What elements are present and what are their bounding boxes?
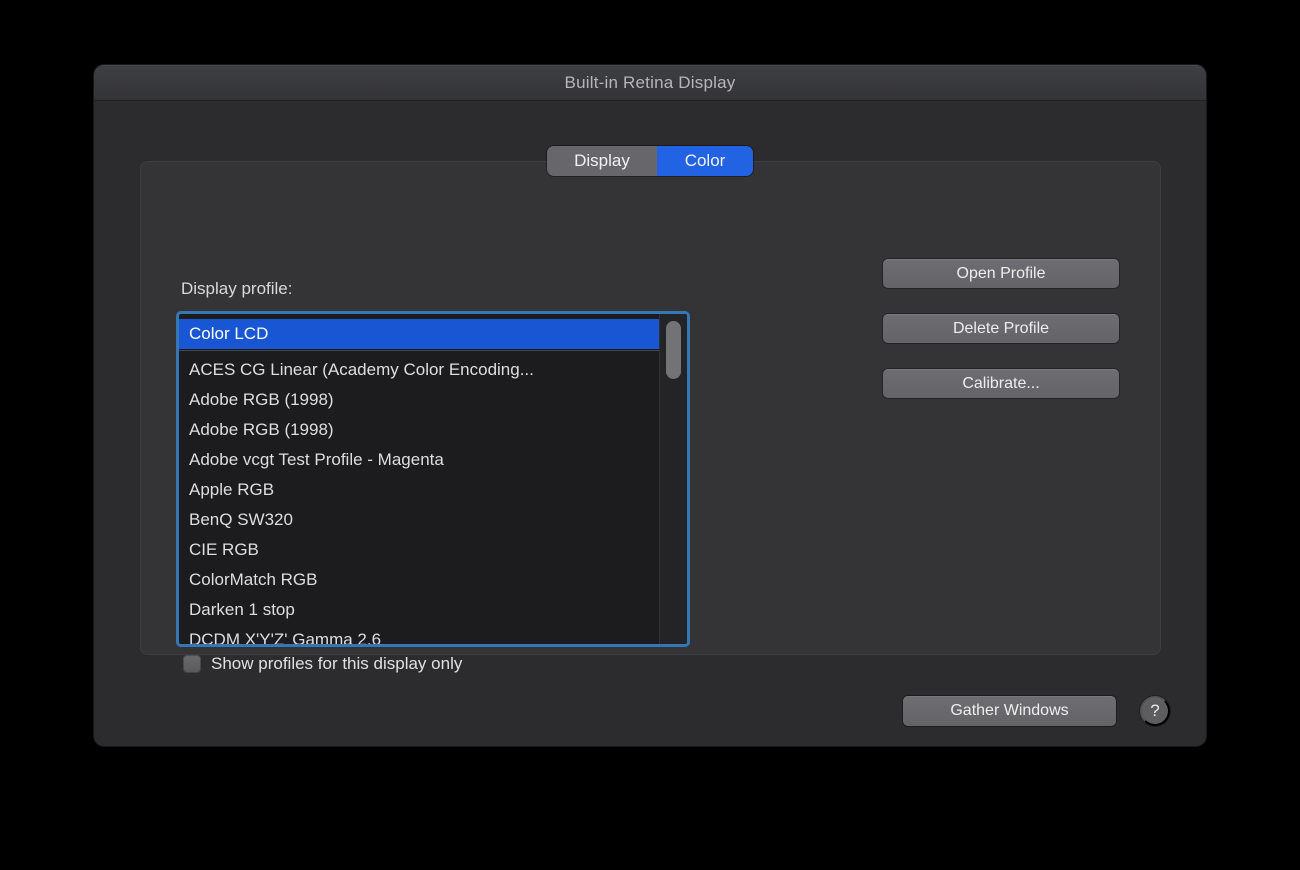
- preferences-window: Built-in Retina Display Display Color Di…: [94, 65, 1206, 746]
- open-profile-button[interactable]: Open Profile: [883, 259, 1119, 288]
- show-profiles-checkbox-label: Show profiles for this display only: [211, 654, 462, 674]
- display-profile-label: Display profile:: [181, 279, 293, 299]
- list-separator: [179, 350, 659, 351]
- calibrate-button[interactable]: Calibrate...: [883, 369, 1119, 398]
- show-profiles-checkbox[interactable]: [183, 655, 201, 673]
- profile-row[interactable]: BenQ SW320: [179, 505, 659, 535]
- title-bar[interactable]: Built-in Retina Display: [94, 65, 1206, 101]
- profile-row[interactable]: ColorMatch RGB: [179, 565, 659, 595]
- color-settings-groupbox: Display profile: Color LCD ACES CG Linea…: [140, 161, 1161, 655]
- tab-display[interactable]: Display: [547, 146, 657, 176]
- help-button[interactable]: ?: [1140, 696, 1170, 726]
- profile-row[interactable]: ACES CG Linear (Academy Color Encoding..…: [179, 355, 659, 385]
- profile-row[interactable]: Apple RGB: [179, 475, 659, 505]
- scrollbar-thumb[interactable]: [666, 321, 681, 379]
- show-profiles-checkbox-row: Show profiles for this display only: [183, 654, 462, 674]
- profile-row[interactable]: Adobe RGB (1998): [179, 415, 659, 445]
- tab-color[interactable]: Color: [657, 146, 753, 176]
- profile-row[interactable]: Adobe RGB (1998): [179, 385, 659, 415]
- delete-profile-button[interactable]: Delete Profile: [883, 314, 1119, 343]
- display-color-segmented-control: Display Color: [547, 146, 753, 176]
- gather-windows-button[interactable]: Gather Windows: [903, 696, 1116, 726]
- window-title: Built-in Retina Display: [565, 73, 736, 93]
- profile-row[interactable]: Adobe vcgt Test Profile - Magenta: [179, 445, 659, 475]
- profile-row[interactable]: Darken 1 stop: [179, 595, 659, 625]
- profile-row[interactable]: CIE RGB: [179, 535, 659, 565]
- profile-row-clipped[interactable]: DCDM X'Y'Z' Gamma 2.6: [179, 625, 659, 647]
- display-profile-list[interactable]: Color LCD ACES CG Linear (Academy Color …: [176, 311, 690, 647]
- scrollbar-track[interactable]: [659, 314, 687, 644]
- profile-row-selected[interactable]: Color LCD: [179, 319, 659, 349]
